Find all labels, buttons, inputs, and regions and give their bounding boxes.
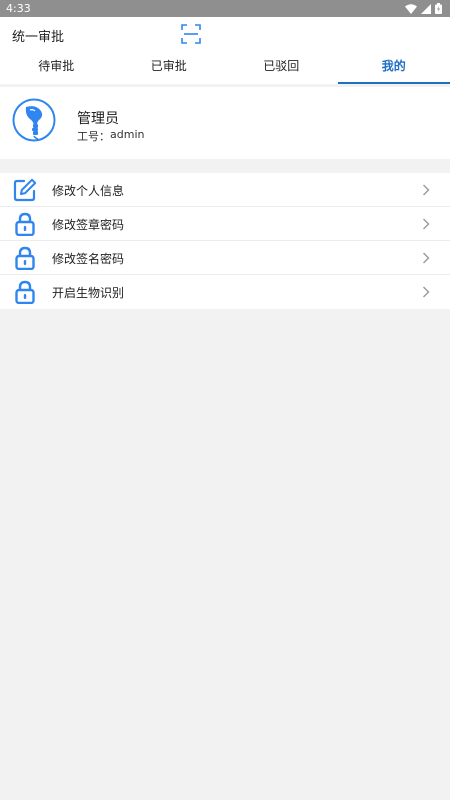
status-icons xyxy=(405,3,442,14)
avatar xyxy=(12,98,56,142)
lock-icon xyxy=(15,212,35,236)
menu-item-signature-password[interactable]: 修改签名密码 xyxy=(0,241,450,275)
user-id: 工号： admin xyxy=(77,128,144,144)
chevron-right-icon xyxy=(423,218,430,230)
settings-menu: 修改个人信息 修改签章密码 修改签名密码 开启生物识别 xyxy=(0,173,450,309)
chevron-right-icon xyxy=(423,286,430,298)
menu-item-label: 修改签章密码 xyxy=(52,218,125,232)
menu-item-label: 修改签名密码 xyxy=(52,252,125,266)
signal-icon xyxy=(421,3,431,14)
tab-pending[interactable]: 待审批 xyxy=(0,51,113,84)
chevron-right-icon xyxy=(423,184,430,196)
tab-mine[interactable]: 我的 xyxy=(337,51,450,84)
status-time: 4:33 xyxy=(6,2,31,15)
user-name: 管理员 xyxy=(77,111,119,127)
app-bar: 统一审批 xyxy=(0,17,450,51)
tab-approved[interactable]: 已审批 xyxy=(113,51,226,84)
menu-item-label: 开启生物识别 xyxy=(52,286,125,300)
app-title: 统一审批 xyxy=(12,30,65,45)
user-id-label: 工号： xyxy=(77,130,110,143)
menu-item-seal-password[interactable]: 修改签章密码 xyxy=(0,207,450,241)
menu-item-label: 修改个人信息 xyxy=(52,184,125,198)
battery-icon xyxy=(435,3,442,14)
profile-card[interactable]: 管理员 工号： admin xyxy=(0,87,450,159)
lock-icon xyxy=(15,280,35,304)
user-id-value: admin xyxy=(110,128,145,141)
status-bar: 4:33 xyxy=(0,0,450,17)
chevron-right-icon xyxy=(423,252,430,264)
wifi-icon xyxy=(405,3,417,14)
lock-icon xyxy=(15,246,35,270)
tab-bar: 待审批 已审批 已驳回 我的 xyxy=(0,51,450,84)
edit-icon xyxy=(13,178,37,202)
menu-item-edit-profile[interactable]: 修改个人信息 xyxy=(0,173,450,207)
scan-icon[interactable] xyxy=(181,24,201,44)
tab-rejected[interactable]: 已驳回 xyxy=(225,51,338,84)
menu-item-biometric[interactable]: 开启生物识别 xyxy=(0,275,450,309)
